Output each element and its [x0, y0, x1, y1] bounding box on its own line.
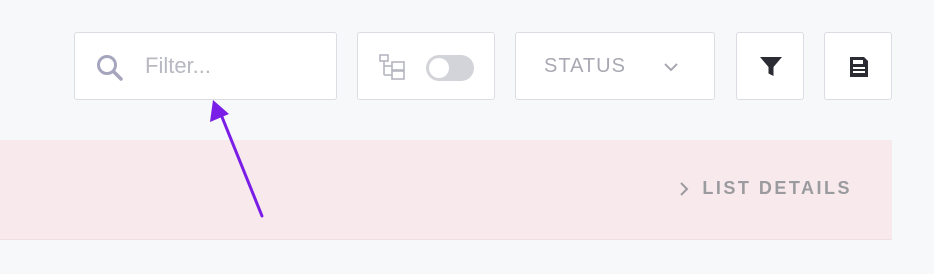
search-field[interactable] — [74, 32, 337, 100]
save-button[interactable] — [824, 32, 892, 100]
tree-view-toggle[interactable] — [357, 32, 495, 100]
save-icon — [850, 57, 868, 77]
list-details-label: LIST DETAILS — [702, 178, 852, 198]
status-dropdown[interactable]: STATUS — [515, 32, 715, 100]
filter-button[interactable] — [736, 32, 804, 100]
tree-view-switch[interactable] — [426, 55, 474, 81]
search-icon — [97, 55, 123, 81]
list-details-link[interactable]: LIST DETAILS — [678, 178, 852, 199]
search-input[interactable] — [145, 47, 325, 85]
chevron-right-icon — [680, 181, 689, 196]
switch-knob — [429, 58, 449, 78]
chevron-down-icon — [664, 63, 678, 72]
tree-icon — [379, 54, 405, 80]
filter-icon — [760, 57, 782, 76]
list-banner: LIST DETAILS — [0, 140, 892, 240]
status-dropdown-label: STATUS — [544, 55, 626, 77]
